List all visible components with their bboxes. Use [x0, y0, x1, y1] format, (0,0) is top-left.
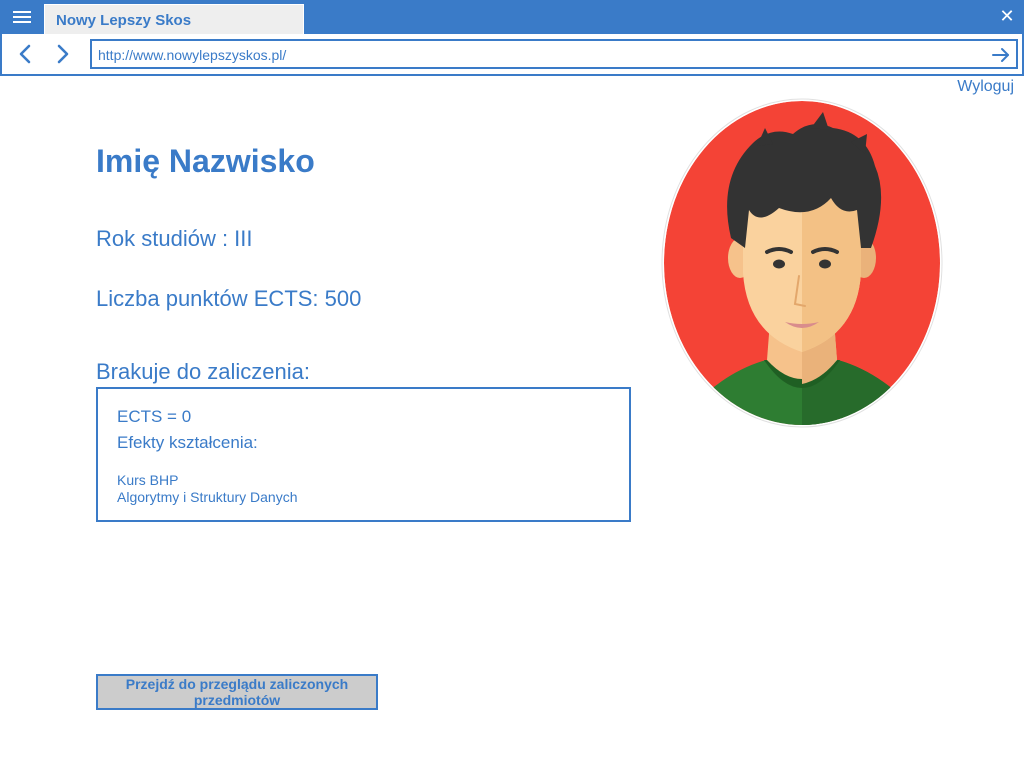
tab-title: Nowy Lepszy Skos — [56, 12, 192, 29]
menu-icon-line — [13, 11, 31, 13]
ects-points: Liczba punktów ECTS: 500 — [96, 286, 362, 311]
effects-label: Efekty kształcenia: — [117, 433, 258, 452]
course-item: Kurs BHP — [117, 472, 179, 488]
missing-heading: Brakuje do zaliczenia: — [96, 359, 311, 384]
year-of-study: Rok studiów : III — [96, 226, 253, 251]
go-arrow-icon[interactable] — [990, 44, 1012, 66]
address-bar[interactable]: http://www.nowylepszyskos.pl/ — [90, 39, 1018, 69]
browser-tab[interactable]: Nowy Lepszy Skos — [44, 4, 304, 34]
browser-title-bar: Nowy Lepszy Skos ✕ — [0, 0, 1024, 34]
avatar-image — [661, 98, 943, 428]
forward-arrow-icon[interactable] — [50, 42, 74, 66]
menu-icon-line — [13, 16, 31, 18]
menu-icon-line — [13, 21, 31, 23]
course-item: Algorytmy i Struktury Danych — [117, 489, 298, 505]
avatar — [661, 98, 943, 428]
missing-requirements-box: ECTS = 0 Efekty kształcenia: Kurs BHP Al… — [96, 387, 631, 522]
missing-ects: ECTS = 0 — [117, 407, 192, 426]
review-completed-courses-button[interactable]: Przejdź do przeglądu zaliczonych przedmi… — [96, 674, 378, 710]
student-name: Imię Nazwisko — [96, 143, 315, 179]
url-text[interactable]: http://www.nowylepszyskos.pl/ — [98, 47, 286, 63]
back-arrow-icon[interactable] — [14, 42, 38, 66]
logout-link[interactable]: Wyloguj — [957, 78, 1014, 96]
course-list: Kurs BHP Algorytmy i Struktury Danych — [117, 472, 298, 506]
menu-icon[interactable] — [8, 6, 36, 28]
navigation-bar: http://www.nowylepszyskos.pl/ — [0, 34, 1024, 76]
close-icon[interactable]: ✕ — [998, 6, 1016, 26]
